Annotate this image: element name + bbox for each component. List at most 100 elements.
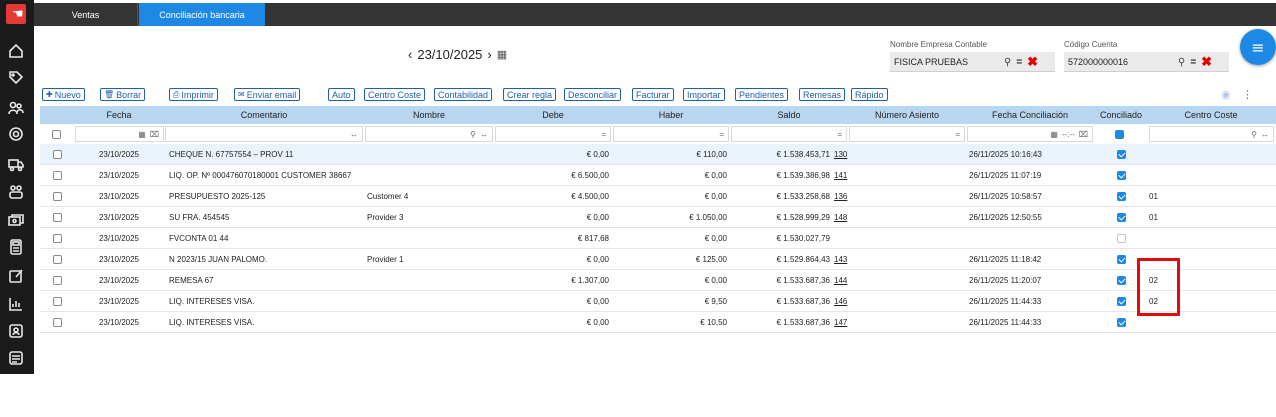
calendar-icon[interactable]: ▦ — [138, 130, 146, 139]
row-checkbox[interactable] — [52, 297, 62, 306]
table-row[interactable]: 23/10/2025 LIQ. INTERESES VISA. € 0,00 € 9,… — [40, 291, 1276, 312]
conciliado-checkbox[interactable] — [1116, 171, 1126, 180]
search-icon[interactable]: ⚲ — [1004, 57, 1011, 68]
row-checkbox[interactable] — [52, 255, 62, 264]
asiento-link[interactable]: 130 — [834, 150, 848, 159]
close-icon[interactable]: ✖ — [1027, 54, 1038, 70]
eye-icon[interactable]: ◉ — [1221, 88, 1231, 101]
truck-icon[interactable] — [7, 155, 25, 173]
calendar-icon[interactable]: ▦ — [497, 48, 507, 61]
next-date-button[interactable]: › — [487, 47, 491, 62]
logo-icon[interactable]: ☚ — [6, 4, 26, 24]
conciliado-checkbox[interactable] — [1116, 297, 1126, 306]
col-centro-coste[interactable]: Centro Coste — [1148, 106, 1274, 124]
search-icon[interactable]: ⚲ — [1178, 57, 1185, 68]
table-row[interactable]: 23/10/2025 REMESA 67 € 1.307,00 € 0,00 € 1.5… — [40, 270, 1276, 291]
row-checkbox[interactable] — [52, 213, 62, 222]
col-haber[interactable]: Haber — [612, 106, 730, 124]
conciliado-checkbox[interactable] — [1116, 150, 1126, 159]
cell-select[interactable] — [40, 207, 74, 228]
asiento-link[interactable]: 146 — [834, 297, 848, 306]
money-icon[interactable] — [7, 211, 25, 229]
row-checkbox[interactable] — [52, 192, 62, 201]
enviar-email-button[interactable]: ✉ Enviar email — [234, 88, 301, 101]
calendar-icon[interactable]: ▦ — [1050, 130, 1058, 139]
facturar-button[interactable]: Facturar — [632, 88, 674, 101]
conciliado-filter-checkbox[interactable] — [1114, 129, 1124, 139]
asiento-link[interactable]: 136 — [834, 192, 848, 201]
cell-select[interactable] — [40, 270, 74, 291]
select-all-checkbox[interactable] — [51, 129, 61, 139]
cell-select[interactable] — [40, 249, 74, 270]
col-nombre[interactable]: Nombre — [364, 106, 494, 124]
edit-icon[interactable] — [7, 267, 25, 285]
home-icon[interactable] — [7, 42, 25, 60]
calculator-icon[interactable] — [7, 238, 25, 256]
fecha-filter[interactable]: ▦ ⌧ — [75, 126, 164, 142]
target-icon[interactable] — [7, 125, 25, 143]
row-checkbox[interactable] — [52, 171, 62, 180]
id-card-icon[interactable] — [7, 322, 25, 340]
row-checkbox[interactable] — [52, 150, 62, 159]
more-icon[interactable]: ⋮ — [1242, 88, 1253, 101]
conciliado-checkbox[interactable] — [1116, 318, 1126, 327]
table-row[interactable]: 23/10/2025 CHEQUE N. 67757554 – PROV 11 € … — [40, 144, 1276, 165]
menu-fab-button[interactable]: ≡ — [1240, 29, 1276, 65]
row-checkbox[interactable] — [52, 318, 62, 327]
col-fecha-conciliacion[interactable]: Fecha Conciliación — [966, 106, 1094, 124]
search-icon[interactable]: ⚲ — [1251, 130, 1257, 139]
debe-filter[interactable]: = — [495, 126, 611, 142]
conciliado-checkbox[interactable] — [1116, 213, 1126, 222]
equals-icon[interactable]: = — [1190, 57, 1196, 68]
clear-date-icon[interactable]: ⌧ — [150, 130, 159, 139]
crear-regla-button[interactable]: Crear regla — [503, 88, 557, 101]
table-row[interactable]: 23/10/2025 PRESUPUESTO 2025-125 Customer 4… — [40, 186, 1276, 207]
cell-select[interactable] — [40, 312, 74, 333]
asiento-link[interactable]: 148 — [834, 213, 848, 222]
rapido-button[interactable]: Rápido — [851, 88, 888, 101]
comentario-filter[interactable]: ↔ — [165, 126, 363, 142]
clear-date-icon[interactable]: ⌧ — [1079, 130, 1088, 139]
team-icon[interactable] — [7, 183, 25, 201]
close-icon[interactable]: ✖ — [1201, 54, 1212, 70]
tag-icon[interactable] — [7, 69, 25, 87]
remesas-button[interactable]: Remesas — [799, 88, 846, 101]
row-checkbox[interactable] — [52, 276, 62, 285]
tab-conciliacion-bancaria[interactable]: Conciliación bancaria — [139, 3, 265, 26]
search-icon[interactable]: ⚲ — [470, 130, 476, 139]
fecha-conciliacion-filter[interactable]: ▦ --:-- ⌧ — [967, 126, 1093, 142]
saldo-filter[interactable]: = — [731, 126, 847, 142]
table-row[interactable]: 23/10/2025 LIQ. OP. Nº 000476070180001 CU… — [40, 165, 1276, 186]
expand-icon[interactable]: ↔ — [350, 130, 358, 139]
nombre-filter[interactable]: ⚲ ↔ — [365, 126, 493, 142]
centro-coste-button[interactable]: Centro Coste — [364, 88, 426, 101]
prev-date-button[interactable]: ‹ — [408, 47, 412, 62]
haber-filter[interactable]: = — [613, 126, 729, 142]
table-row[interactable]: 23/10/2025 SU FRA. 454545 Provider 3 € 0,00… — [40, 207, 1276, 228]
expand-icon[interactable]: ↔ — [480, 130, 488, 139]
desconciliar-button[interactable]: Desconciliar — [564, 88, 622, 101]
asiento-link[interactable]: 144 — [834, 276, 848, 285]
cell-select[interactable] — [40, 291, 74, 312]
conciliado-checkbox[interactable] — [1116, 192, 1126, 201]
cell-select[interactable] — [40, 144, 74, 165]
row-checkbox[interactable] — [52, 234, 62, 243]
col-comentario[interactable]: Comentario — [164, 106, 364, 124]
pendientes-button[interactable]: Pendientes — [735, 88, 789, 101]
asiento-filter[interactable]: = — [849, 126, 965, 142]
table-row[interactable]: 23/10/2025 LIQ. INTERESES VISA. € 0,00 € 10… — [40, 312, 1276, 333]
cell-select[interactable] — [40, 165, 74, 186]
asiento-link[interactable]: 141 — [834, 171, 848, 180]
list-icon[interactable] — [7, 349, 25, 367]
equals-icon[interactable]: = — [1016, 57, 1022, 68]
col-numero-asiento[interactable]: Número Asiento — [848, 106, 966, 124]
cell-select[interactable] — [40, 186, 74, 207]
col-saldo[interactable]: Saldo — [730, 106, 848, 124]
borrar-button[interactable]: 🗑 Borrar — [100, 88, 146, 101]
conciliado-checkbox[interactable] — [1116, 255, 1126, 264]
col-conciliado[interactable]: Conciliado — [1094, 106, 1148, 124]
col-fecha[interactable]: Fecha — [74, 106, 164, 124]
expand-icon[interactable]: ↔ — [1261, 130, 1269, 139]
asiento-link[interactable]: 147 — [834, 318, 848, 327]
tab-ventas[interactable]: Ventas — [34, 3, 138, 26]
